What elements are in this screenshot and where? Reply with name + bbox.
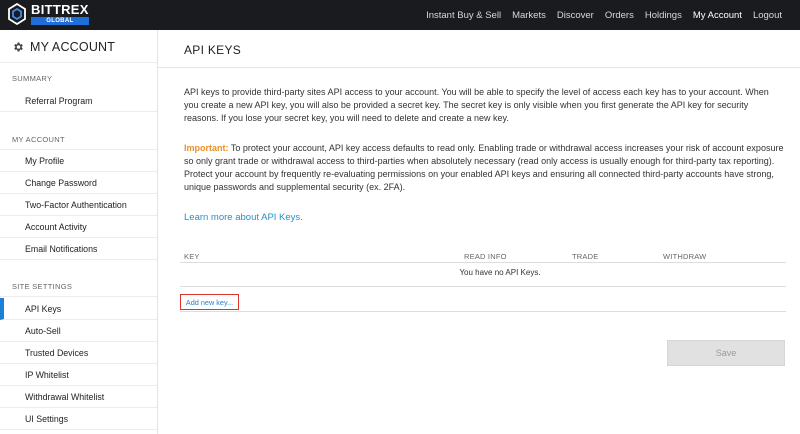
divider [158,67,800,68]
learn-more-link[interactable]: Learn more about API Keys. [184,212,303,223]
important-label: Important: [184,143,229,153]
sidebar-title: MY ACCOUNT [30,40,116,54]
sidebar-item-api-keys[interactable]: API Keys [0,298,157,320]
sidebar-item-account-activity[interactable]: Account Activity [0,216,157,238]
bittrex-logo-icon [8,3,26,25]
nav-holdings[interactable]: Holdings [645,10,682,21]
important-text: To protect your account, API key access … [184,143,784,193]
account-sidebar: MY ACCOUNT SUMMARY Referral Program MY A… [0,30,158,434]
main-content: API KEYS API keys to provide third-party… [158,30,800,434]
nav-discover[interactable]: Discover [557,10,594,21]
sidebar-item-trusted-devices[interactable]: Trusted Devices [0,342,157,364]
column-withdraw: WITHDRAW [663,252,707,261]
divider [0,296,157,297]
sidebar-item-my-profile[interactable]: My Profile [0,150,157,172]
column-key: KEY [184,252,200,261]
page-title: API KEYS [184,43,242,57]
column-read-info: READ INFO [464,252,507,261]
sidebar-item-two-factor[interactable]: Two-Factor Authentication [0,194,157,216]
nav-my-account[interactable]: My Account [693,10,742,21]
divider [180,311,786,312]
brand-name: BITTREX [31,2,89,17]
sidebar-header: MY ACCOUNT [12,40,115,54]
gear-icon [14,42,23,52]
sidebar-item-email-notifications[interactable]: Email Notifications [0,238,157,260]
divider [180,262,786,263]
add-new-key-link[interactable]: Add new key... [180,294,239,310]
divider [0,62,157,63]
main-nav: Instant Buy & Sell Markets Discover Orde… [415,0,782,30]
bittrex-logo[interactable]: BITTREX GLOBAL [7,3,89,25]
important-paragraph: Important: To protect your account, API … [184,142,784,194]
section-site-settings: SITE SETTINGS [12,282,73,291]
intro-paragraph: API keys to provide third-party sites AP… [184,87,769,124]
sidebar-item-change-password[interactable]: Change Password [0,172,157,194]
nav-instant-buy-sell[interactable]: Instant Buy & Sell [426,10,501,21]
section-my-account: MY ACCOUNT [12,135,65,144]
sidebar-item-ui-settings[interactable]: UI Settings [0,408,157,430]
top-navbar: BITTREX GLOBAL Instant Buy & Sell Market… [0,0,800,30]
sidebar-item-ip-whitelist[interactable]: IP Whitelist [0,364,157,386]
column-trade: TRADE [572,252,599,261]
sidebar-item-referral-program[interactable]: Referral Program [0,90,157,112]
section-summary: SUMMARY [12,74,53,83]
divider [180,286,786,287]
brand-sub: GLOBAL [31,17,89,25]
empty-state: You have no API Keys. [459,268,541,277]
save-button[interactable]: Save [667,340,785,366]
sidebar-item-withdrawal-whitelist[interactable]: Withdrawal Whitelist [0,386,157,408]
sidebar-item-auto-sell[interactable]: Auto-Sell [0,320,157,342]
nav-markets[interactable]: Markets [512,10,546,21]
nav-logout[interactable]: Logout [753,10,782,21]
nav-orders[interactable]: Orders [605,10,634,21]
